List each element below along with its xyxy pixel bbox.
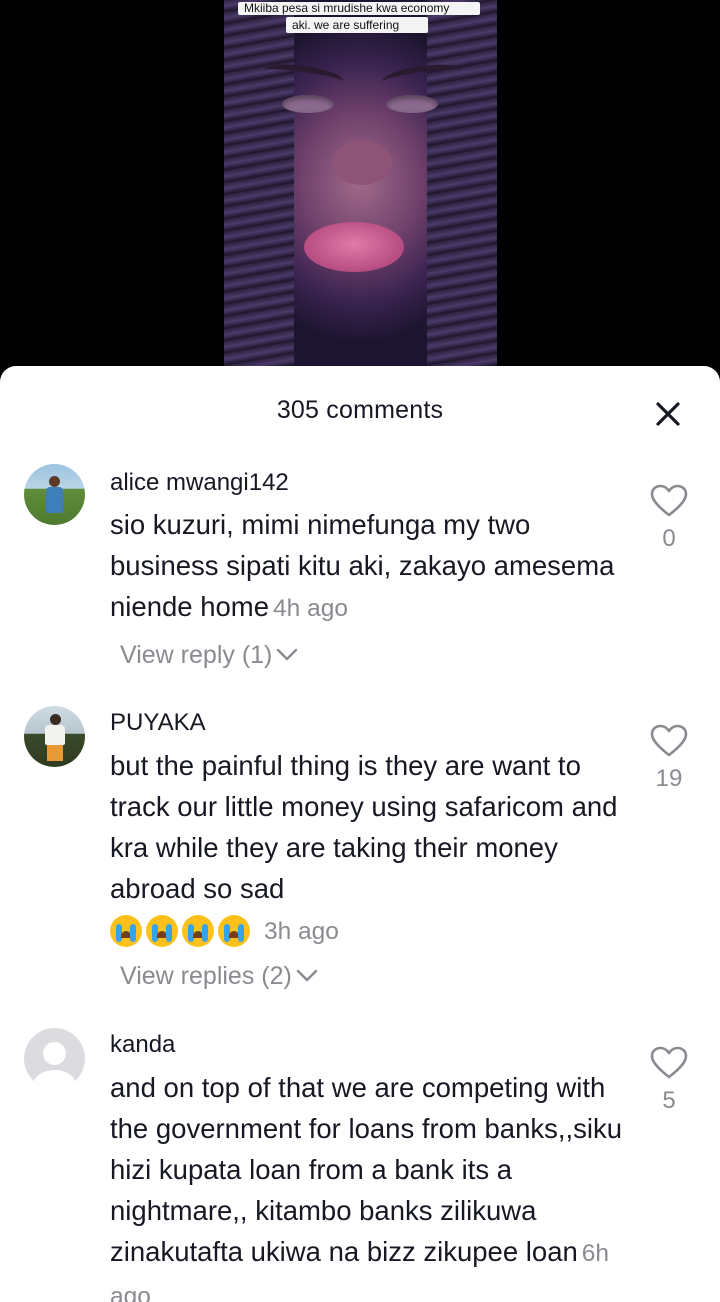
- heart-icon: [650, 484, 688, 522]
- comment-time: 4h ago: [273, 595, 348, 622]
- avatar-figure-body: [45, 725, 65, 745]
- avatar[interactable]: [24, 706, 85, 767]
- crying-emoji-icon: [182, 914, 214, 947]
- avatar-figure-legs: [47, 745, 63, 761]
- video-eye-right: [386, 95, 438, 113]
- video-caption-line1: Mkiiba pesa si mrudishe kwa economy: [238, 2, 480, 15]
- avatar-figure-head: [49, 476, 60, 487]
- comment-username[interactable]: kanda: [110, 1031, 175, 1059]
- comment-body: but the painful thing is they are want t…: [110, 750, 618, 904]
- crying-emoji-icon: [218, 914, 250, 947]
- crying-emoji-icon: [110, 914, 142, 947]
- comment-text: but the painful thing is they are want t…: [110, 745, 630, 952]
- video-caption-line2: aki. we are suffering: [286, 17, 428, 33]
- avatar[interactable]: [24, 464, 85, 525]
- crying-emoji-row: [110, 911, 254, 952]
- view-replies-button[interactable]: View reply (1): [120, 641, 300, 671]
- video-hair-right: [427, 0, 497, 380]
- avatar-figure-body: [46, 487, 63, 513]
- video-eye-left: [282, 95, 334, 113]
- like-count: 5: [662, 1087, 676, 1114]
- video-hair-left: [224, 0, 294, 380]
- video-lips: [304, 222, 404, 272]
- video-player[interactable]: Mkiiba pesa si mrudishe kwa economy aki.…: [0, 0, 720, 380]
- chevron-down-icon: [294, 963, 320, 992]
- view-replies-label: View reply (1): [120, 641, 273, 669]
- heart-icon: [650, 1046, 688, 1084]
- heart-icon: [650, 724, 688, 762]
- view-replies-label: View replies (2): [120, 962, 292, 990]
- comment-body: and on top of that we are competing with…: [110, 1072, 623, 1267]
- avatar-figure-head: [50, 714, 61, 725]
- comment-text: and on top of that we are competing with…: [110, 1067, 630, 1302]
- default-avatar-body: [33, 1070, 76, 1089]
- comments-header: 305 comments: [0, 366, 720, 456]
- comment-count: 305 comments: [276, 396, 444, 424]
- like-button[interactable]: 5: [648, 1046, 690, 1115]
- comments-sheet: 305 comments alice mwangi142 sio kuzuri,…: [0, 366, 720, 1302]
- like-button[interactable]: 0: [648, 484, 690, 553]
- view-replies-button[interactable]: View replies (2): [120, 962, 320, 992]
- comment-username[interactable]: alice mwangi142: [110, 469, 289, 497]
- avatar[interactable]: [24, 1028, 85, 1089]
- default-avatar-head: [43, 1042, 66, 1065]
- comment-text: sio kuzuri, mimi nimefunga my two busine…: [110, 504, 630, 629]
- like-count: 19: [655, 765, 683, 792]
- crying-emoji-icon: [146, 914, 178, 947]
- video-frame: [224, 0, 497, 380]
- comment-time: 3h ago: [264, 918, 339, 945]
- chevron-down-icon: [274, 642, 300, 671]
- like-button[interactable]: 19: [648, 724, 690, 793]
- like-count: 0: [662, 525, 676, 552]
- comment-body: sio kuzuri, mimi nimefunga my two busine…: [110, 509, 615, 622]
- comment-username[interactable]: PUYAKA: [110, 709, 206, 737]
- close-icon[interactable]: [650, 396, 686, 432]
- video-nose: [332, 140, 392, 185]
